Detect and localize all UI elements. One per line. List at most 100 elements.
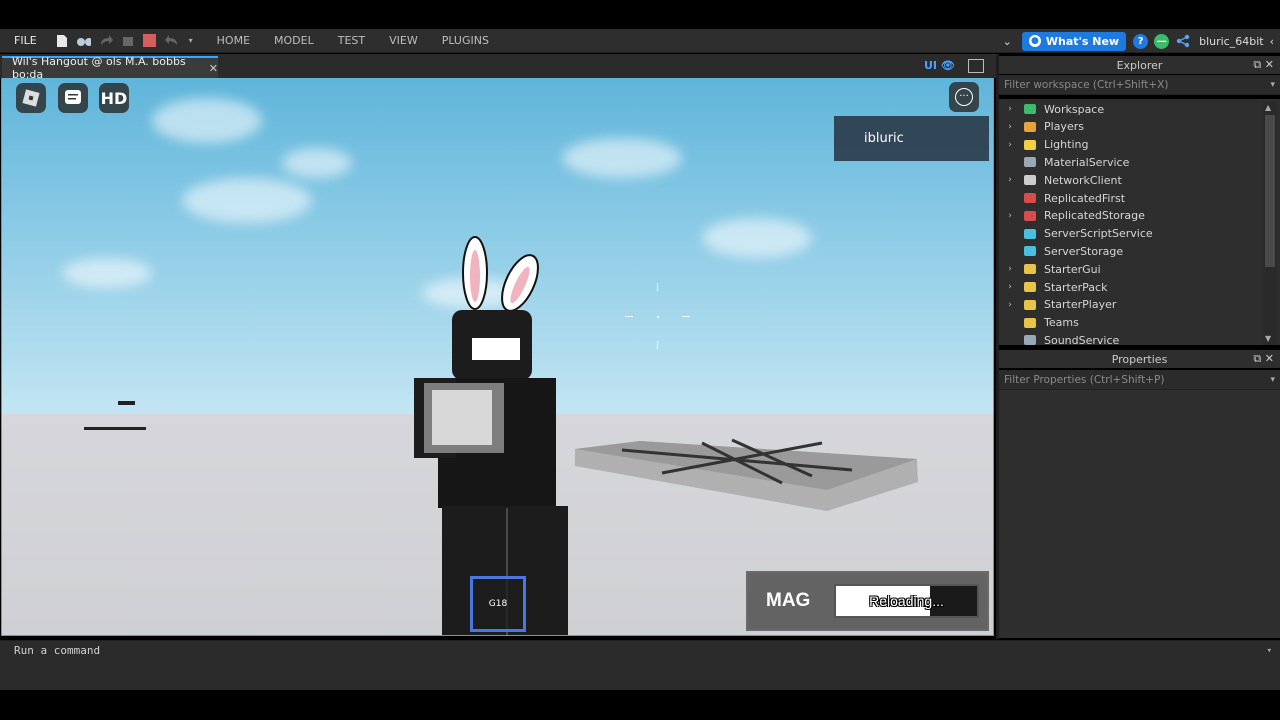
explorer-item-label: ServerStorage xyxy=(1044,244,1124,258)
starter-pack-icon xyxy=(1022,280,1038,294)
distant-object xyxy=(84,401,146,430)
player-list-entry[interactable]: ibluric xyxy=(834,116,989,161)
explorer-item-players[interactable]: › Players xyxy=(999,118,1262,136)
file-menu[interactable]: FILE xyxy=(0,34,51,47)
team-create-icon[interactable]: — xyxy=(1154,33,1170,49)
share-icon[interactable] xyxy=(1175,34,1190,49)
roblox-menu-button[interactable] xyxy=(16,83,46,113)
player-name: ibluric xyxy=(864,131,904,146)
explorer-item-label: Workspace xyxy=(1044,102,1105,116)
explorer-item-serverstorage[interactable]: ServerStorage xyxy=(999,242,1262,260)
explorer-item-materialservice[interactable]: MaterialService xyxy=(999,153,1262,171)
explorer-scrollbar[interactable]: ▲ ▼ xyxy=(1263,101,1277,345)
new-file-icon[interactable] xyxy=(55,34,69,48)
explorer-filter[interactable]: Filter workspace (Ctrl+Shift+X) ▾ xyxy=(999,75,1280,95)
scroll-up-icon[interactable]: ▲ xyxy=(1265,103,1271,112)
scrollbar-thumb[interactable] xyxy=(1265,115,1275,267)
expand-arrow-icon[interactable]: › xyxy=(1001,282,1019,292)
expand-arrow-icon[interactable]: › xyxy=(1001,211,1019,221)
ribbon-collapse-icon[interactable]: ⌄ xyxy=(1003,35,1012,48)
window-collapse-icon[interactable]: ‹ xyxy=(1270,35,1274,48)
expand-arrow-icon[interactable]: › xyxy=(1001,122,1019,132)
more-options-button[interactable]: ··· xyxy=(949,82,979,112)
explorer-item-startergui[interactable]: › StarterGui xyxy=(999,260,1262,278)
hd-icon: HD xyxy=(100,88,128,108)
network-client-icon xyxy=(1022,173,1038,187)
roblox-logo-icon xyxy=(22,89,40,107)
more-options-icon: ··· xyxy=(955,88,973,106)
explorer-item-teams[interactable]: Teams xyxy=(999,314,1262,332)
expand-arrow-icon[interactable]: › xyxy=(1001,300,1019,310)
players-icon xyxy=(1022,120,1038,134)
explorer-window-controls[interactable]: ⧉ ✕ xyxy=(1253,58,1274,72)
game-viewport[interactable]: HD ··· ibluric G18 MAG Reloading... xyxy=(1,78,994,636)
explorer-item-label: ReplicatedStorage xyxy=(1044,209,1145,223)
redo-icon[interactable] xyxy=(99,34,113,48)
explorer-item-label: MaterialService xyxy=(1044,155,1130,169)
command-bar[interactable]: Run a command ▾ xyxy=(0,640,1280,660)
whats-new-button[interactable]: ● What's New xyxy=(1021,31,1127,51)
explorer-item-soundservice[interactable]: SoundService xyxy=(999,331,1262,345)
expand-arrow-icon[interactable]: › xyxy=(1001,264,1019,274)
tab-view[interactable]: VIEW xyxy=(377,34,430,47)
tab-plugins[interactable]: PLUGINS xyxy=(430,34,501,47)
close-tab-icon[interactable]: ✕ xyxy=(209,62,218,75)
chat-icon xyxy=(65,90,81,104)
stop-icon[interactable] xyxy=(143,34,157,48)
explorer-item-replicatedfirst[interactable]: ReplicatedFirst xyxy=(999,189,1262,207)
scroll-down-icon[interactable]: ▼ xyxy=(1265,334,1271,343)
explorer-title: Explorer xyxy=(1116,58,1163,72)
view-selector-icon[interactable] xyxy=(968,59,984,73)
binoculars-icon[interactable] xyxy=(76,34,91,48)
undo-icon[interactable] xyxy=(164,34,179,48)
hd-button[interactable]: HD xyxy=(99,83,129,113)
expand-arrow-icon[interactable]: › xyxy=(1001,104,1019,114)
explorer-item-label: ServerScriptService xyxy=(1044,227,1153,241)
plugin-icon[interactable] xyxy=(121,34,135,48)
eye-icon: 👁 xyxy=(940,59,955,72)
explorer-item-replicatedstorage[interactable]: › ReplicatedStorage xyxy=(999,207,1262,225)
server-script-service-icon xyxy=(1022,227,1038,241)
filter-dropdown-icon[interactable]: ▾ xyxy=(1270,80,1275,90)
properties-pane xyxy=(999,390,1280,638)
explorer-item-networkclient[interactable]: › NetworkClient xyxy=(999,171,1262,189)
expand-arrow-icon[interactable]: › xyxy=(1001,140,1019,150)
explorer-item-starterpack[interactable]: › StarterPack xyxy=(999,278,1262,296)
tab-test[interactable]: TEST xyxy=(326,34,377,47)
explorer-item-starterplayer[interactable]: › StarterPlayer xyxy=(999,296,1262,314)
reload-status-text: Reloading... xyxy=(869,593,944,609)
tab-home[interactable]: HOME xyxy=(205,34,262,47)
username-label[interactable]: bluric_64bit xyxy=(1199,35,1264,48)
properties-filter-placeholder: Filter Properties (Ctrl+Shift+P) xyxy=(1004,373,1165,386)
lighting-icon xyxy=(1022,138,1038,152)
scene-objects xyxy=(84,236,918,635)
explorer-item-serverscriptservice[interactable]: ServerScriptService xyxy=(999,225,1262,243)
command-dropdown-icon[interactable]: ▾ xyxy=(1267,646,1272,656)
quick-access-dropdown-icon[interactable]: ▾ xyxy=(187,34,195,48)
properties-filter[interactable]: Filter Properties (Ctrl+Shift+P) ▾ xyxy=(999,370,1280,390)
help-icon[interactable]: ? xyxy=(1133,33,1149,49)
expand-arrow-icon[interactable]: › xyxy=(1001,175,1019,185)
info-icon: ● xyxy=(1028,35,1041,47)
document-tab[interactable]: Wil's Hangout @ ols M.A. bobbs bo:da ✕ xyxy=(2,55,218,81)
explorer-header: Explorer ⧉ ✕ xyxy=(999,56,1280,74)
ribbon-bar: FILE ▾ HOME MODEL TEST VIEW PLUGINS ⌄ ● … xyxy=(0,29,1280,53)
workspace-icon xyxy=(1022,102,1038,116)
hotbar-slot[interactable]: G18 xyxy=(470,576,526,632)
explorer-item-lighting[interactable]: › Lighting xyxy=(999,136,1262,154)
explorer-item-label: StarterPlayer xyxy=(1044,298,1117,312)
server-storage-icon xyxy=(1022,244,1038,258)
sound-service-icon xyxy=(1022,333,1038,345)
chat-button[interactable] xyxy=(58,83,88,113)
explorer-item-label: StarterGui xyxy=(1044,262,1101,276)
ui-visibility-toggle[interactable]: UI 👁 xyxy=(924,59,955,72)
filter-dropdown-icon[interactable]: ▾ xyxy=(1270,375,1275,385)
reload-progress-bar: Reloading... xyxy=(834,584,979,618)
starter-player-icon xyxy=(1022,298,1038,312)
starter-gui-icon xyxy=(1022,262,1038,276)
explorer-item-workspace[interactable]: › Workspace xyxy=(999,100,1262,118)
explorer-item-label: SoundService xyxy=(1044,333,1120,345)
tab-model[interactable]: MODEL xyxy=(262,34,326,47)
properties-window-controls[interactable]: ⧉ ✕ xyxy=(1253,352,1274,366)
command-bar-placeholder: Run a command xyxy=(14,644,101,657)
